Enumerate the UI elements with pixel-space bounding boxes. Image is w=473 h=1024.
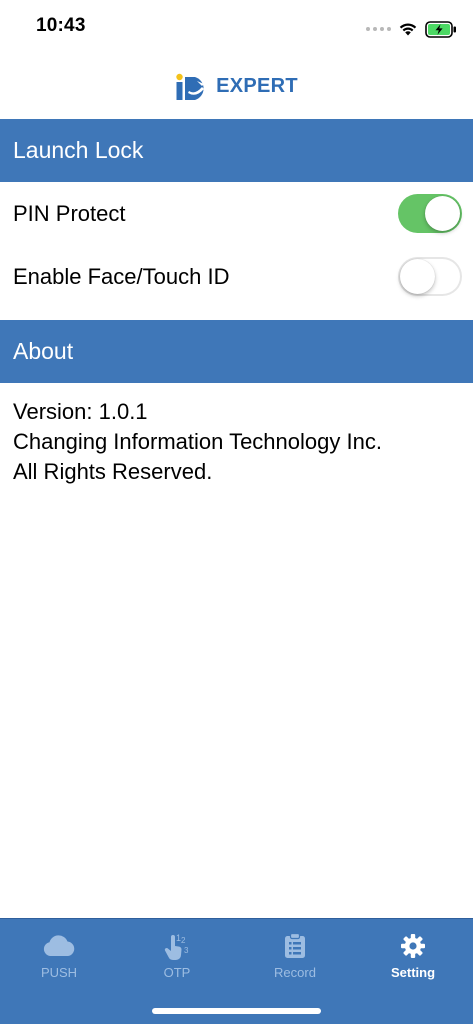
app-logo: EXPERT — [175, 73, 298, 101]
battery-charging-icon — [425, 20, 456, 38]
tab-setting[interactable]: Setting — [354, 919, 472, 999]
tab-label: PUSH — [40, 965, 78, 980]
version-text: Version: 1.0.1 — [13, 399, 148, 424]
tab-label: Setting — [390, 965, 436, 980]
section-header-launch-lock: Launch Lock — [0, 119, 473, 182]
face-touch-id-row: Enable Face/Touch ID — [0, 245, 473, 308]
section-header-about: About — [0, 320, 473, 383]
logo-text: EXPERT — [216, 75, 298, 97]
clipboard-list-icon — [284, 931, 306, 961]
tab-record[interactable]: Record — [236, 919, 354, 999]
section-title: About — [13, 338, 74, 364]
section-title: Launch Lock — [13, 137, 144, 163]
rights-text: All Rights Reserved. — [13, 459, 213, 484]
id-logo-icon — [176, 73, 205, 100]
toggle-knob — [425, 196, 460, 231]
tab-push[interactable]: PUSH — [0, 919, 118, 999]
status-icons — [366, 19, 457, 39]
face-touch-id-label: Enable Face/Touch ID — [13, 263, 230, 289]
hand-123-icon: 1 2 3 — [162, 931, 192, 961]
status-bar: 10:43 — [0, 0, 473, 54]
app-header: EXPERT — [0, 54, 473, 119]
wifi-icon — [399, 23, 417, 36]
svg-text:3: 3 — [184, 946, 189, 955]
toggle-knob — [400, 259, 435, 294]
home-indicator[interactable] — [152, 1008, 321, 1014]
company-text: Changing Information Technology Inc. — [13, 429, 382, 454]
gear-icon — [400, 931, 426, 961]
pin-protect-label: PIN Protect — [13, 200, 126, 226]
pin-protect-row: PIN Protect — [0, 182, 473, 245]
cloud-icon — [42, 931, 76, 961]
signal-dots-icon — [366, 27, 391, 31]
about-text: Version: 1.0.1 Changing Information Tech… — [13, 397, 463, 487]
pin-protect-toggle[interactable] — [398, 194, 462, 233]
tab-otp[interactable]: 1 2 3 OTP — [118, 919, 236, 999]
face-touch-id-toggle[interactable] — [398, 257, 462, 296]
tab-bar: PUSH 1 2 3 OTP Record Setting — [0, 918, 473, 1024]
tab-label: Record — [274, 965, 316, 980]
tab-label: OTP — [163, 965, 191, 980]
svg-text:2: 2 — [181, 936, 186, 945]
status-time: 10:43 — [36, 15, 86, 36]
